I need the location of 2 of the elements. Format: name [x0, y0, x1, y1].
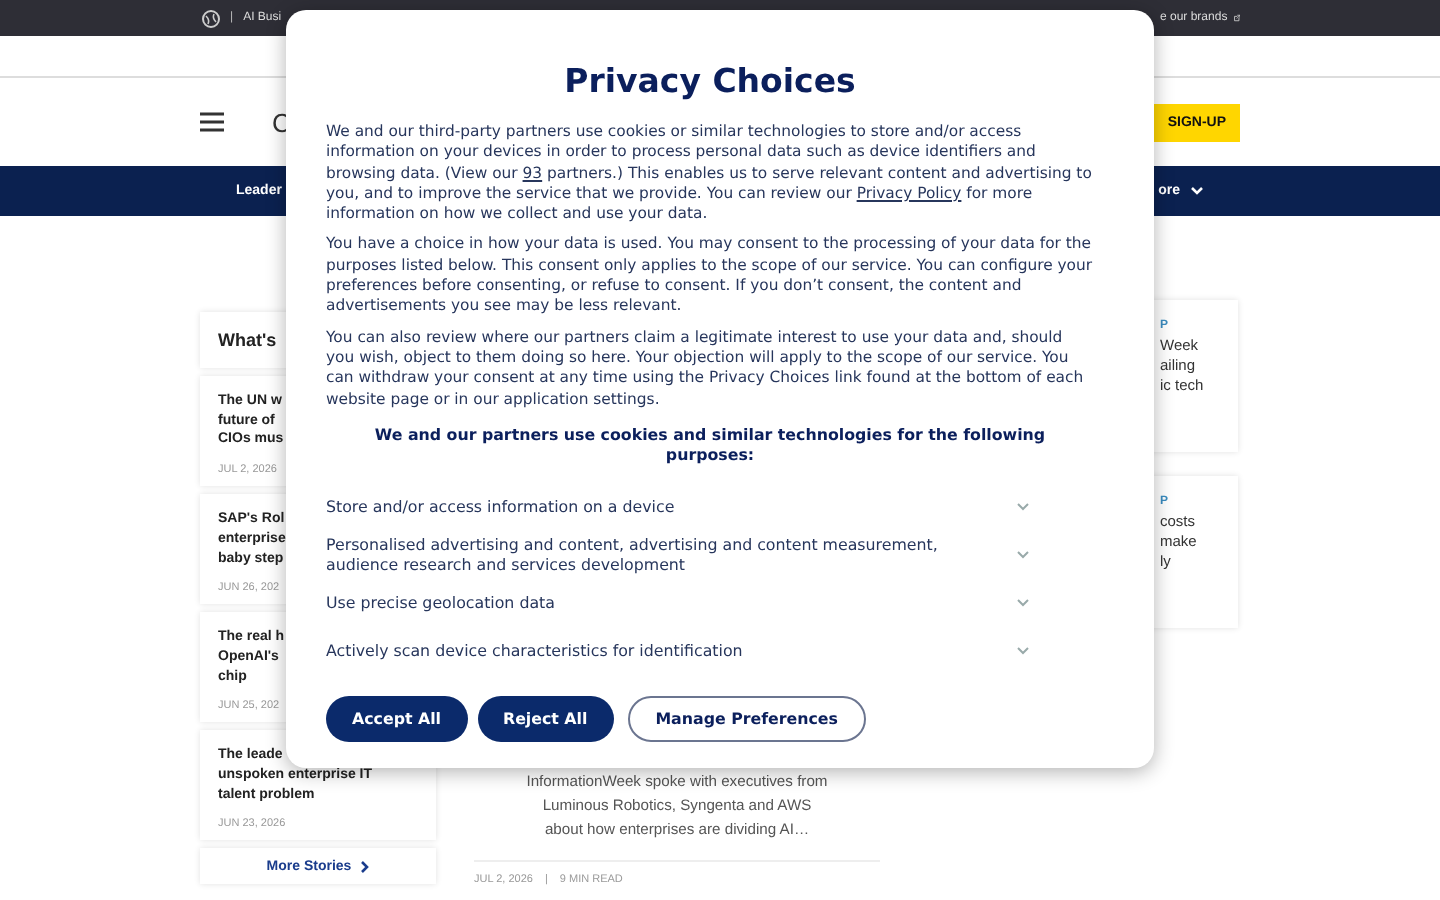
dialog-title: Privacy Choices — [562, 62, 858, 102]
section-title: What's — [218, 330, 277, 350]
